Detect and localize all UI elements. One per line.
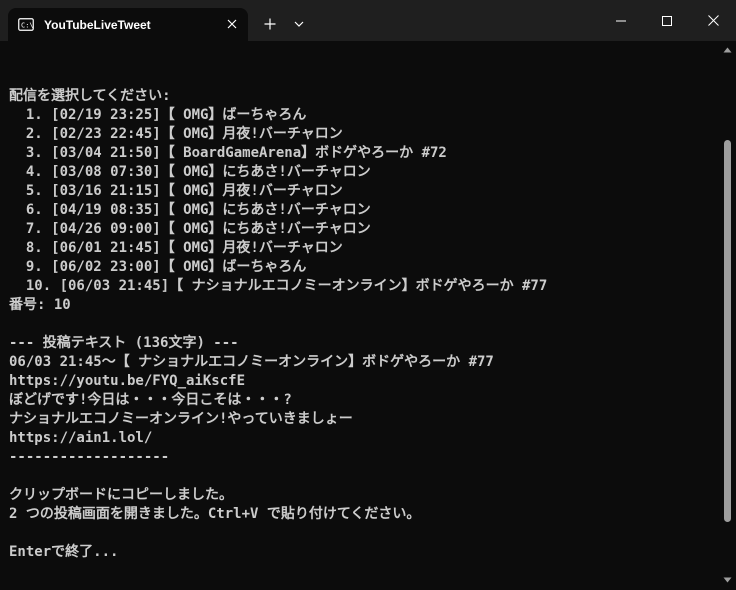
terminal-line: 06/03 21:45〜【 ナショナルエコノミーオンライン】ボドゲやろーか #7… [9,354,494,370]
tab-title: YouTubeLiveTweet [44,17,151,32]
maximize-icon [662,15,672,26]
terminal-line: 番号: 10 [9,297,71,313]
minimize-button[interactable] [598,0,644,41]
terminal-output[interactable]: 配信を選択してください: 1. [02/19 23:25]【 OMG】ばーちゃろ… [9,68,715,562]
minimize-icon [616,20,626,21]
close-window-button[interactable] [690,0,736,41]
scroll-thumb[interactable] [724,140,731,522]
svg-text:C:\: C:\ [21,22,34,30]
plus-icon [264,18,276,30]
close-tab-icon[interactable] [224,16,240,32]
scroll-up-icon[interactable] [719,43,736,57]
terminal-line: 3. [03/04 21:50]【 BoardGameArena】ボドゲやろーか… [9,145,447,161]
terminal-line: ナショナルエコノミーオンライン!やっていきましょー [9,411,353,427]
tab-youtube-live-tweet[interactable]: C:\ YouTubeLiveTweet [8,8,248,41]
terminal-line: 2 つの投稿画面を開きました。Ctrl+V で貼り付けてください。 [9,506,421,522]
terminal-line: 5. [03/16 21:15]【 OMG】月夜!バーチャロン [9,183,343,199]
terminal-line: ------------------- [9,449,170,465]
terminal-line: --- 投稿テキスト (136文字) --- [9,335,239,351]
terminal-line: https://youtu.be/FYQ_aiKscfE [9,373,246,389]
new-tab-button[interactable] [257,8,283,40]
scroll-down-icon[interactable] [719,573,736,587]
maximize-button[interactable] [644,0,690,41]
vertical-scrollbar[interactable] [719,41,736,590]
terminal-line: 7. [04/26 09:00]【 OMG】にちあさ!バーチャロン [9,221,371,237]
terminal-line: https://ain1.lol/ [9,430,153,446]
tab-dropdown-button[interactable] [288,8,310,40]
terminal-line: 9. [06/02 23:00]【 OMG】ばーちゃろん [9,259,307,275]
terminal-line: ぼどげです!今日は・・・今日こそは・・・? [9,392,292,408]
close-icon [707,15,719,26]
terminal-line: 8. [06/01 21:45]【 OMG】月夜!バーチャロン [9,240,343,256]
terminal-line: Enterで終了... [9,544,119,560]
terminal-icon: C:\ [18,18,34,31]
terminal-line: 4. [03/08 07:30]【 OMG】にちあさ!バーチャロン [9,164,371,180]
terminal-line: 6. [04/19 08:35]【 OMG】にちあさ!バーチャロン [9,202,371,218]
terminal-window: C:\ YouTubeLiveTweet 配信を選択してください: 1. [02… [0,0,736,590]
terminal-line: 配信を選択してください: [9,88,171,104]
title-bar: C:\ YouTubeLiveTweet [0,0,736,41]
terminal-line: 2. [02/23 22:45]【 OMG】月夜!バーチャロン [9,126,343,142]
terminal-line: 1. [02/19 23:25]【 OMG】ばーちゃろん [9,107,307,123]
terminal-line: クリップボードにコピーしました。 [9,487,233,503]
chevron-down-icon [294,21,304,27]
terminal-line: 10. [06/03 21:45]【 ナショナルエコノミーオンライン】ボドゲやろ… [9,278,548,294]
